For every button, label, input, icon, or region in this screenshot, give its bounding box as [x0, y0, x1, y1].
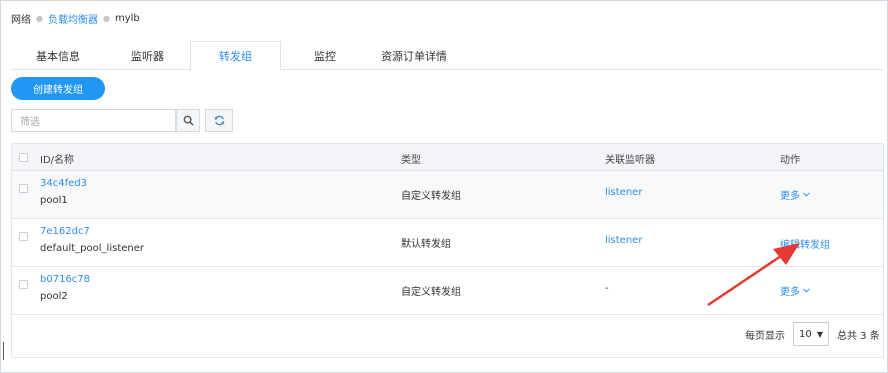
annotation-arrow-icon: [707, 243, 800, 307]
